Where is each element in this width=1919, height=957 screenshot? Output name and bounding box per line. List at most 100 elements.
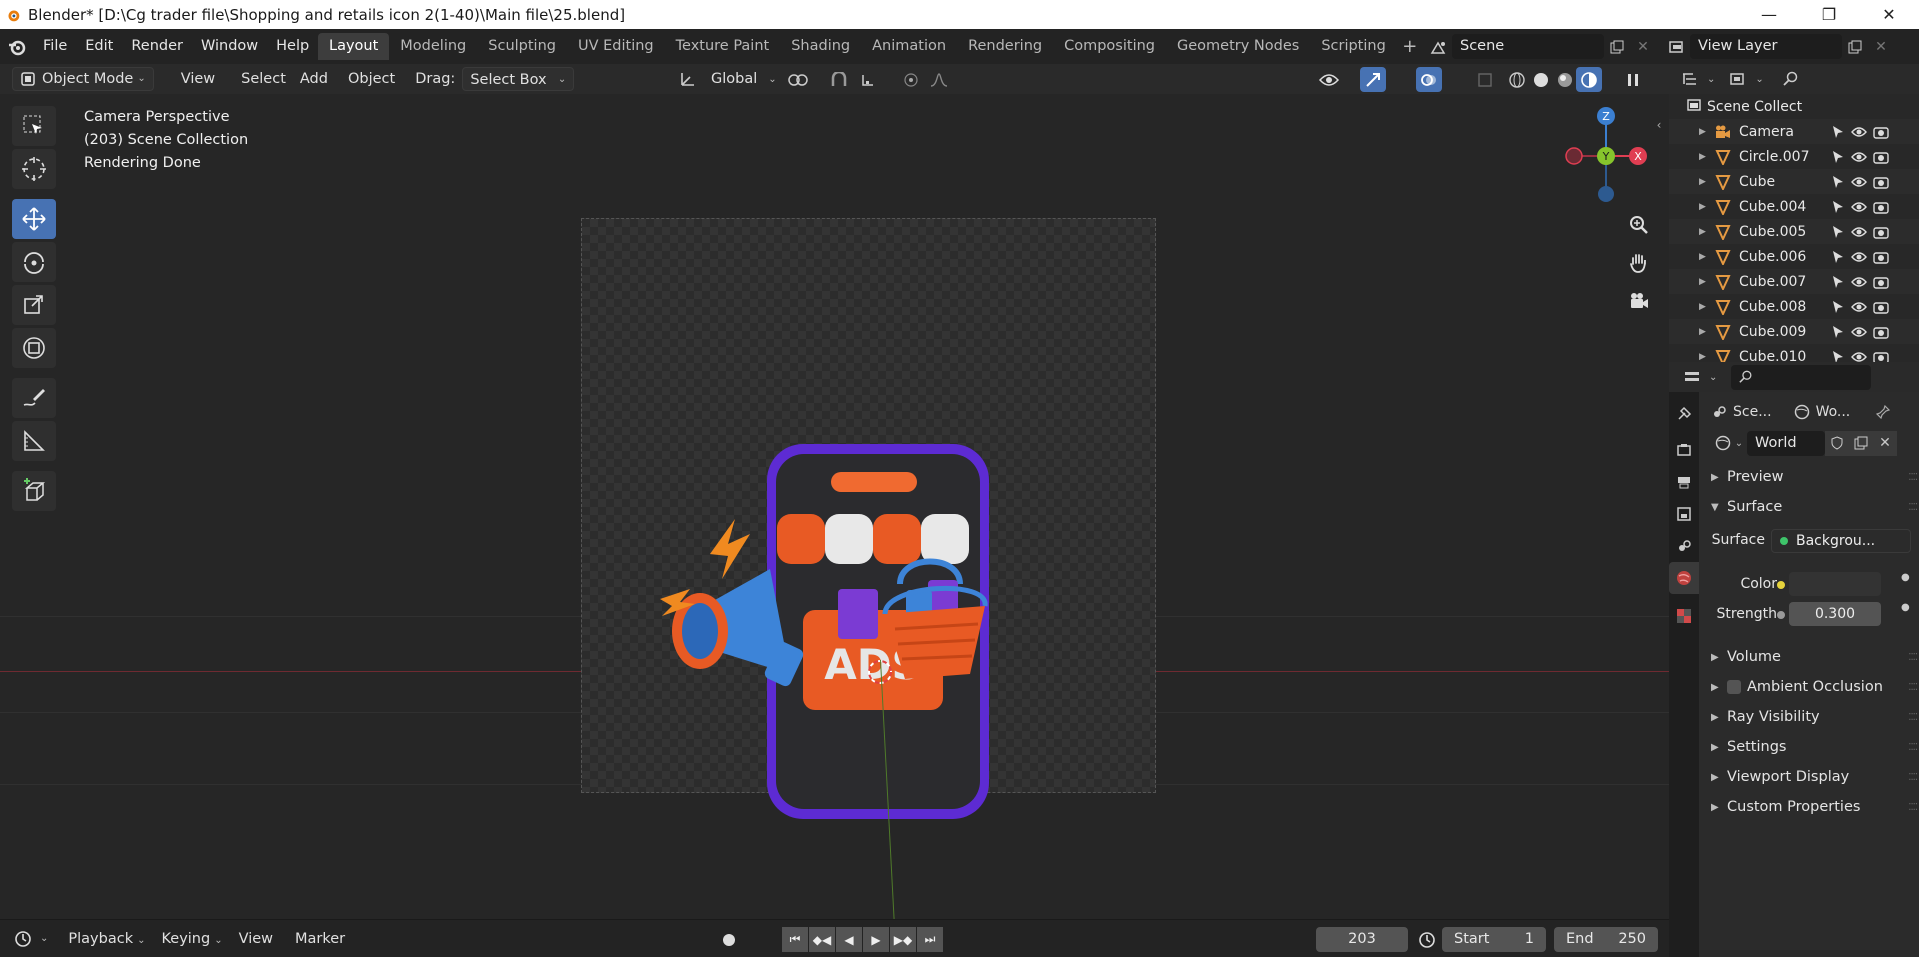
expand-arrow-icon[interactable]: ▶ bbox=[1699, 252, 1711, 262]
eye-icon[interactable] bbox=[1851, 226, 1867, 238]
eye-icon[interactable] bbox=[1851, 301, 1867, 313]
tab-view-layer-icon[interactable] bbox=[1669, 498, 1699, 530]
minimize-button[interactable]: — bbox=[1739, 0, 1799, 29]
tab-shading[interactable]: Shading bbox=[780, 33, 861, 60]
playback-menu[interactable]: Playback ⌄ bbox=[60, 931, 153, 947]
menu-render[interactable]: Render bbox=[122, 29, 192, 64]
tab-sculpting[interactable]: Sculpting bbox=[477, 33, 567, 60]
expand-arrow-icon[interactable]: ▶ bbox=[1699, 352, 1711, 362]
render-camera-icon[interactable] bbox=[1873, 150, 1889, 164]
selectable-arrow-icon[interactable] bbox=[1831, 300, 1845, 314]
eye-icon[interactable] bbox=[1851, 326, 1867, 338]
play-icon[interactable]: ▶ bbox=[863, 927, 889, 952]
expand-arrow-icon[interactable]: ▶ bbox=[1699, 227, 1711, 237]
scene-name-field[interactable]: Scene bbox=[1452, 34, 1604, 59]
solid-shading-icon[interactable] bbox=[1528, 67, 1554, 92]
preview-range-clock-icon[interactable] bbox=[1414, 927, 1440, 952]
drag-handle-icon[interactable]: ⁚⁚⁚⁚ bbox=[1908, 802, 1918, 813]
menu-help[interactable]: Help bbox=[267, 29, 318, 64]
material-shading-icon[interactable] bbox=[1552, 67, 1578, 92]
maximize-button[interactable]: ❐ bbox=[1799, 0, 1859, 29]
eye-icon[interactable] bbox=[1851, 276, 1867, 288]
scale-tool[interactable] bbox=[12, 285, 56, 325]
selectable-arrow-icon[interactable] bbox=[1831, 200, 1845, 214]
properties-editor-icon[interactable] bbox=[1679, 365, 1705, 390]
render-camera-icon[interactable] bbox=[1873, 350, 1889, 363]
add-cube-tool[interactable] bbox=[12, 471, 56, 511]
outliner-item-cube-007[interactable]: ▶ Cube.007 bbox=[1669, 269, 1919, 294]
delete-scene-icon[interactable]: ✕ bbox=[1630, 34, 1656, 59]
selectable-arrow-icon[interactable] bbox=[1831, 225, 1845, 239]
current-frame-field[interactable]: 203 bbox=[1316, 927, 1408, 952]
snap-target-icon[interactable] bbox=[856, 67, 882, 92]
scene-icon[interactable] bbox=[1426, 34, 1452, 59]
outliner-item-cube-004[interactable]: ▶ Cube.004 bbox=[1669, 194, 1919, 219]
panel-volume[interactable]: ▶ Volume ⁚⁚⁚⁚ bbox=[1705, 644, 1919, 670]
eye-icon[interactable] bbox=[1851, 201, 1867, 213]
display-mode-icon[interactable] bbox=[1725, 67, 1751, 92]
prev-keyframe-icon[interactable]: ◆◀ bbox=[809, 927, 835, 952]
keyframe-dot-icon[interactable]: ● bbox=[1901, 602, 1910, 613]
render-camera-icon[interactable] bbox=[1873, 275, 1889, 289]
eye-icon[interactable] bbox=[1851, 251, 1867, 263]
strength-field[interactable]: 0.300 bbox=[1789, 602, 1881, 626]
ambient-occlusion-checkbox[interactable] bbox=[1727, 680, 1741, 694]
panel-preview[interactable]: ▶ Preview ⁚⁚⁚⁚ bbox=[1705, 464, 1919, 490]
select-box-tool[interactable] bbox=[12, 106, 56, 146]
drag-handle-icon[interactable]: ⁚⁚⁚⁚ bbox=[1908, 712, 1918, 723]
new-world-icon[interactable] bbox=[1849, 430, 1873, 456]
tab-animation[interactable]: Animation bbox=[861, 33, 957, 60]
camera-view-icon[interactable] bbox=[1624, 286, 1654, 316]
pan-hand-icon[interactable] bbox=[1624, 248, 1654, 278]
expand-arrow-icon[interactable]: ▶ bbox=[1699, 202, 1711, 212]
tab-texture-icon[interactable] bbox=[1669, 600, 1699, 632]
tab-render-icon[interactable] bbox=[1669, 434, 1699, 466]
selectable-arrow-icon[interactable] bbox=[1831, 175, 1845, 189]
unlink-world-icon[interactable]: ✕ bbox=[1873, 430, 1897, 456]
outliner-item-circle-007[interactable]: ▶ Circle.007 bbox=[1669, 144, 1919, 169]
panel-custom-properties[interactable]: ▶ Custom Properties ⁚⁚⁚⁚ bbox=[1705, 794, 1919, 820]
menu-edit[interactable]: Edit bbox=[76, 29, 122, 64]
tab-scripting[interactable]: Scripting bbox=[1310, 33, 1396, 60]
panel-ray-visibility[interactable]: ▶ Ray Visibility ⁚⁚⁚⁚ bbox=[1705, 704, 1919, 730]
selectable-arrow-icon[interactable] bbox=[1831, 150, 1845, 164]
expand-arrow-icon[interactable]: ▶ bbox=[1699, 152, 1711, 162]
falloff-icon[interactable] bbox=[926, 67, 952, 92]
drag-handle-icon[interactable]: ⁚⁚⁚⁚ bbox=[1908, 772, 1918, 783]
drag-handle-icon[interactable]: ⁚⁚⁚⁚ bbox=[1908, 652, 1918, 663]
mode-selector[interactable]: Object Mode ⌄ bbox=[12, 67, 154, 91]
overlays-toggle-icon[interactable] bbox=[1416, 67, 1442, 92]
drag-handle-icon[interactable]: ⁚⁚⁚⁚ bbox=[1908, 472, 1918, 483]
rendered-shading-icon[interactable] bbox=[1576, 67, 1602, 92]
color-swatch[interactable] bbox=[1789, 572, 1881, 596]
menu-file[interactable]: File bbox=[34, 29, 76, 64]
render-camera-icon[interactable] bbox=[1873, 225, 1889, 239]
jump-end-icon[interactable]: ⏭ bbox=[917, 927, 943, 952]
drag-handle-icon[interactable]: ⁚⁚⁚⁚ bbox=[1908, 502, 1918, 513]
new-scene-icon[interactable] bbox=[1604, 34, 1630, 59]
view-layer-icon[interactable] bbox=[1664, 34, 1690, 59]
view-layer-name-field[interactable]: View Layer bbox=[1690, 34, 1842, 59]
play-reverse-icon[interactable]: ◀ bbox=[836, 927, 862, 952]
outliner-search-icon[interactable] bbox=[1778, 67, 1804, 92]
world-browse-icon[interactable]: ⌄ bbox=[1711, 431, 1747, 456]
new-view-layer-icon[interactable] bbox=[1842, 34, 1868, 59]
end-frame-field[interactable]: End 250 bbox=[1554, 927, 1658, 952]
gizmo-toggle-icon[interactable] bbox=[1360, 67, 1386, 92]
select-menu[interactable]: Select bbox=[234, 67, 293, 91]
tab-rendering[interactable]: Rendering bbox=[957, 33, 1053, 60]
selectable-arrow-icon[interactable] bbox=[1831, 275, 1845, 289]
tab-output-icon[interactable] bbox=[1669, 466, 1699, 498]
eye-icon[interactable] bbox=[1851, 351, 1867, 363]
move-tool[interactable] bbox=[12, 199, 56, 239]
outliner-root[interactable]: Scene Collect bbox=[1669, 94, 1919, 119]
timeline-view-menu[interactable]: View bbox=[231, 931, 281, 947]
jump-start-icon[interactable]: ⏮ bbox=[782, 927, 808, 952]
tab-layout[interactable]: Layout bbox=[318, 33, 390, 60]
panel-ambient-occlusion[interactable]: ▶ Ambient Occlusion ⁚⁚⁚⁚ bbox=[1705, 674, 1919, 700]
add-workspace-button[interactable]: + bbox=[1397, 33, 1423, 60]
editor-type-clock-icon[interactable] bbox=[10, 926, 36, 951]
close-button[interactable]: ✕ bbox=[1859, 0, 1919, 29]
wireframe-shading-icon[interactable] bbox=[1504, 67, 1530, 92]
drag-mode-selector[interactable]: Select Box ⌄ bbox=[462, 67, 575, 91]
